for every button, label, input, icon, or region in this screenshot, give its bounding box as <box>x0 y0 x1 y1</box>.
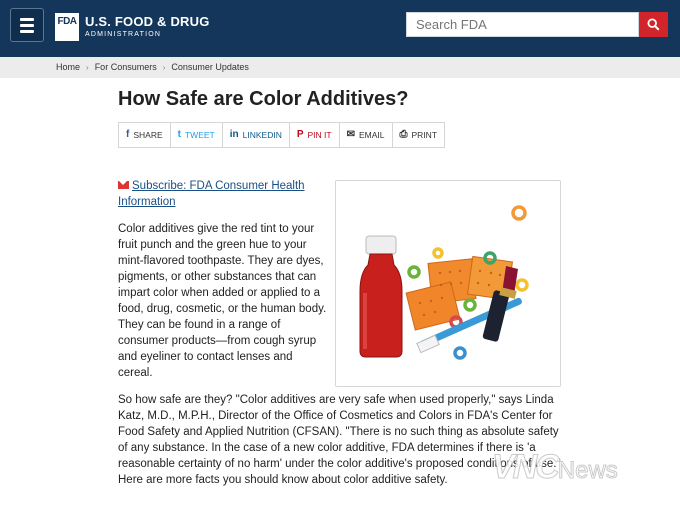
search-button[interactable] <box>639 12 668 37</box>
share-button-label: SHARE <box>133 130 163 140</box>
share-tweet-button[interactable]: t TWEET <box>171 123 223 147</box>
share-pin-it-button[interactable]: P PIN IT <box>290 123 340 147</box>
share-button-label: LINKEDIN <box>242 130 282 140</box>
subscribe-link-label[interactable]: Subscribe: FDA Consumer Health Informati… <box>118 180 305 208</box>
subscribe-link[interactable]: Subscribe: FDA Consumer Health Informati… <box>118 178 330 210</box>
chevron-right-icon: › <box>162 62 166 72</box>
envelope-icon <box>118 181 129 189</box>
watermark-brand: VNC <box>492 448 561 487</box>
search-icon <box>647 18 660 31</box>
chevron-right-icon: › <box>86 62 89 72</box>
products-illustration <box>359 205 529 360</box>
print-icon: ⎙ <box>399 129 408 140</box>
share-button-label: PRINT <box>411 130 438 140</box>
watermark-suffix: News <box>557 457 618 485</box>
cough-syrup-bottle-illustration <box>359 235 403 358</box>
linkedin-icon: in <box>229 129 239 140</box>
pinterest-icon: P <box>296 129 304 140</box>
menu-icon-bar <box>20 17 34 21</box>
share-print-button[interactable]: ⎙ PRINT <box>393 123 445 147</box>
intro-paragraph: Color additives give the red tint to you… <box>118 223 327 379</box>
breadcrumb-home[interactable]: Home <box>56 62 80 72</box>
fda-logo-mark[interactable]: FDA <box>55 13 79 41</box>
hamburger-menu-button[interactable] <box>10 8 44 42</box>
breadcrumb-bar: Home › For Consumers › Consumer Updates <box>0 57 680 78</box>
email-icon: ✉ <box>346 129 355 140</box>
share-email-button[interactable]: ✉ EMAIL <box>340 123 393 147</box>
share-share-button[interactable]: f SHARE <box>119 123 171 147</box>
facebook-icon: f <box>126 129 130 140</box>
menu-icon-bar <box>20 29 34 33</box>
share-button-label: TWEET <box>184 130 215 140</box>
breadcrumb-consumer-updates[interactable]: Consumer Updates <box>171 62 249 72</box>
share-linkedin-button[interactable]: in LINKEDIN <box>223 123 290 147</box>
menu-icon-bar <box>20 23 34 27</box>
breadcrumb-for-consumers[interactable]: For Consumers <box>95 62 157 72</box>
search-input[interactable] <box>406 12 639 37</box>
twitter-icon: t <box>177 129 181 140</box>
color-additives-illustration <box>335 180 561 387</box>
share-button-label: PIN IT <box>307 130 332 140</box>
breadcrumb: Home › For Consumers › Consumer Updates <box>56 62 249 72</box>
site-header: FDA U.S. FOOD & DRUG ADMINISTRATION <box>0 0 680 57</box>
watermark-logo: VNCNews <box>492 448 619 487</box>
page-title: How Safe are Color Additives? <box>118 88 409 110</box>
fda-logo-subtitle: ADMINISTRATION <box>85 31 162 38</box>
share-toolbar: f SHARE t TWEET in LINKEDIN P PIN IT ✉ EMAIL ⎙ PRIN… <box>118 122 446 148</box>
fda-logo-title[interactable]: U.S. FOOD & DRUG <box>85 14 210 29</box>
share-button-label: EMAIL <box>359 130 385 140</box>
